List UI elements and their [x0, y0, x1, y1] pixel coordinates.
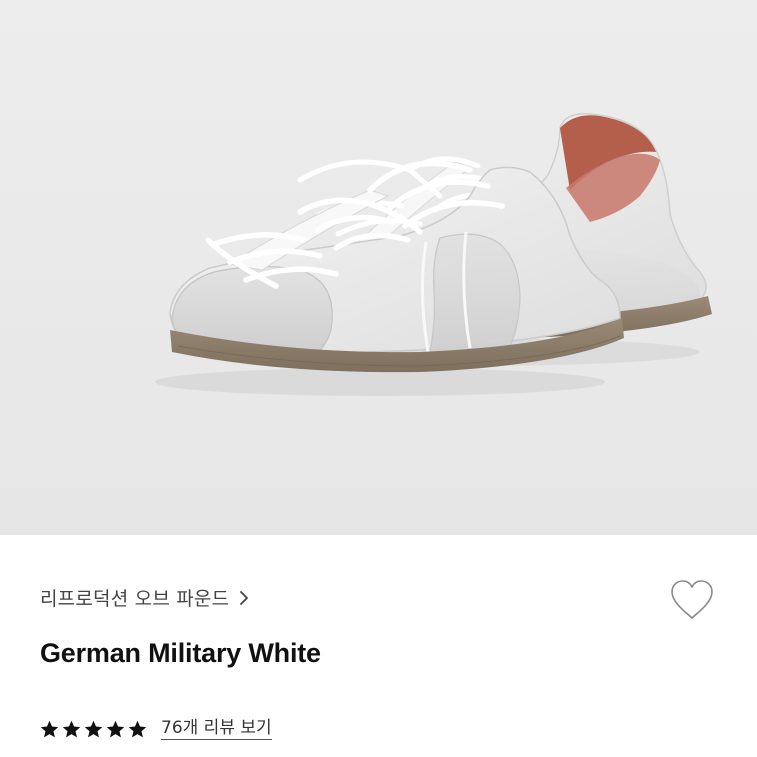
- heart-outline-icon: [671, 580, 713, 619]
- chevron-right-icon: [240, 590, 249, 605]
- star-filled-icon: [128, 720, 147, 737]
- sneaker-photo: [0, 0, 757, 535]
- product-detail-page: 리프로덕션 오브 파운드 German Military White 76개 리…: [0, 0, 757, 757]
- star-filled-icon: [106, 720, 125, 737]
- star-filled-icon: [84, 720, 103, 737]
- star-rating: [39, 719, 149, 740]
- review-link[interactable]: 76개 리뷰 보기: [161, 718, 272, 740]
- wishlist-button[interactable]: [664, 574, 720, 626]
- product-title: German Military White: [40, 638, 321, 668]
- product-image[interactable]: [0, 0, 757, 535]
- star-filled-icon: [62, 720, 81, 737]
- brand-name[interactable]: 리프로덕션 오브 파운드: [40, 584, 229, 611]
- brand-link[interactable]: 리프로덕션 오브 파운드: [40, 584, 251, 611]
- star-filled-icon: [40, 720, 59, 737]
- rating-row: 76개 리뷰 보기: [39, 718, 272, 740]
